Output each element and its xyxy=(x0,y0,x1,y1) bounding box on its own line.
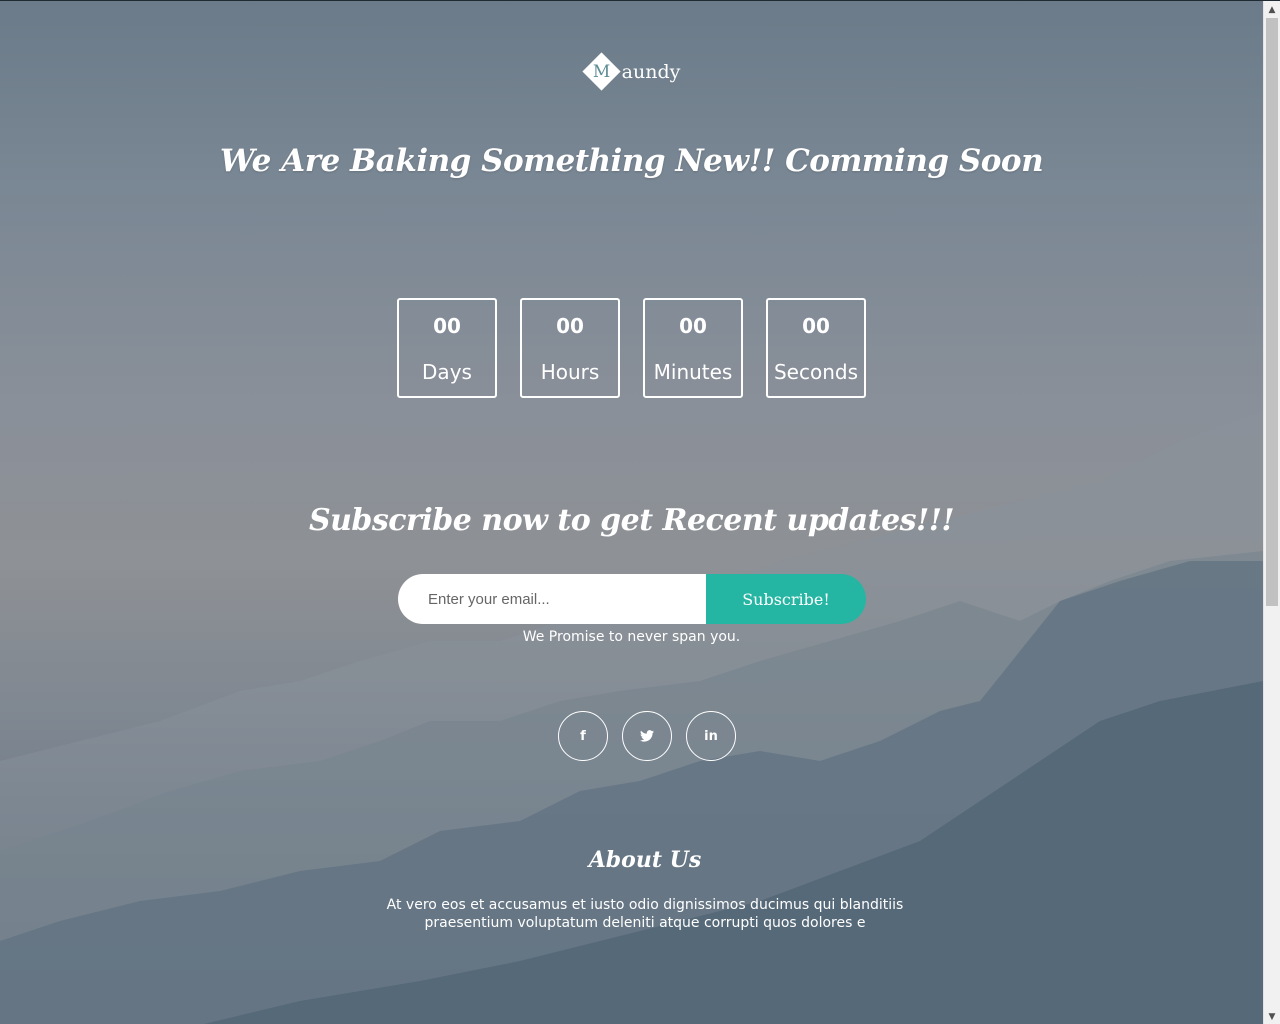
countdown-label: Days xyxy=(422,360,472,384)
scroll-up-arrow-icon[interactable]: ▲ xyxy=(1264,1,1280,18)
countdown-label: Hours xyxy=(540,360,600,384)
about-heading: About Us xyxy=(588,847,702,873)
logo-diamond-icon: M xyxy=(582,52,621,91)
scrollbar-thumb[interactable] xyxy=(1266,18,1278,606)
countdown-hours: 00 Hours xyxy=(520,298,620,398)
main-content: M aundy We Are Baking Something New!! Co… xyxy=(0,1,1263,1024)
subscribe-button[interactable]: Subscribe! xyxy=(706,574,866,624)
countdown-value: 00 xyxy=(679,314,707,338)
twitter-button[interactable] xyxy=(622,711,672,761)
countdown-days: 00 Days xyxy=(397,298,497,398)
countdown-label: Seconds xyxy=(773,360,859,384)
logo-letter: M xyxy=(592,62,611,82)
countdown-value: 00 xyxy=(433,314,461,338)
page-title: We Are Baking Something New!! Comming So… xyxy=(219,143,1044,179)
countdown-seconds: 00 Seconds xyxy=(766,298,866,398)
vertical-scrollbar[interactable]: ▲ ▼ xyxy=(1263,1,1280,1024)
twitter-icon xyxy=(640,730,654,742)
logo-text: aundy xyxy=(621,61,681,83)
facebook-icon: f xyxy=(580,728,586,744)
email-input[interactable] xyxy=(398,574,706,624)
logo[interactable]: M aundy xyxy=(0,52,1263,91)
subscribe-heading: Subscribe now to get Recent updates!!! xyxy=(308,503,955,538)
subscribe-form: Subscribe! xyxy=(398,574,866,624)
countdown-timer: 00 Days 00 Hours 00 Minutes 00 Seconds xyxy=(397,298,866,398)
countdown-value: 00 xyxy=(556,314,584,338)
facebook-button[interactable]: f xyxy=(558,711,608,761)
countdown-value: 00 xyxy=(802,314,830,338)
linkedin-icon: in xyxy=(704,728,718,744)
social-links: f in xyxy=(558,711,736,761)
countdown-minutes: 00 Minutes xyxy=(643,298,743,398)
linkedin-button[interactable]: in xyxy=(686,711,736,761)
countdown-label: Minutes xyxy=(653,360,733,384)
page: M aundy We Are Baking Something New!! Co… xyxy=(0,0,1280,1024)
privacy-note: We Promise to never span you. xyxy=(522,629,741,645)
about-text: At vero eos et accusamus et iusto odio d… xyxy=(386,897,904,931)
scroll-down-arrow-icon[interactable]: ▼ xyxy=(1264,1008,1280,1024)
